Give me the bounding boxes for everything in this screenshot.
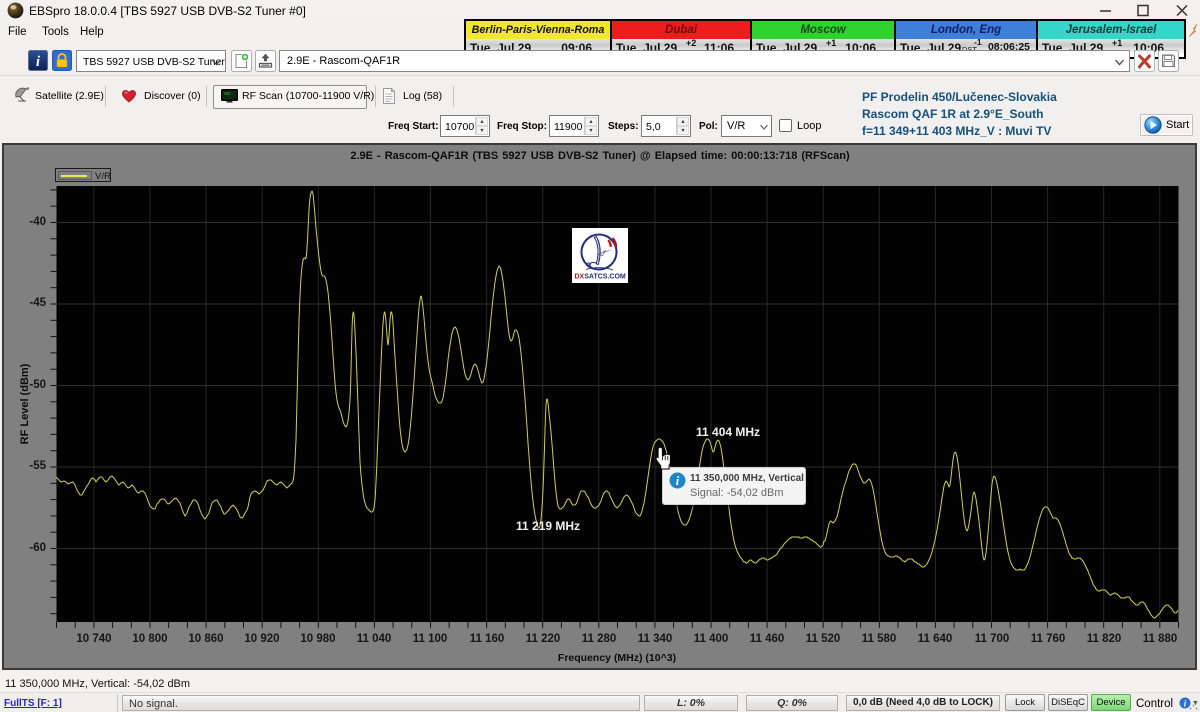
- svg-text:DXSATCS.COM: DXSATCS.COM: [575, 274, 626, 281]
- svg-text:i: i: [676, 474, 680, 488]
